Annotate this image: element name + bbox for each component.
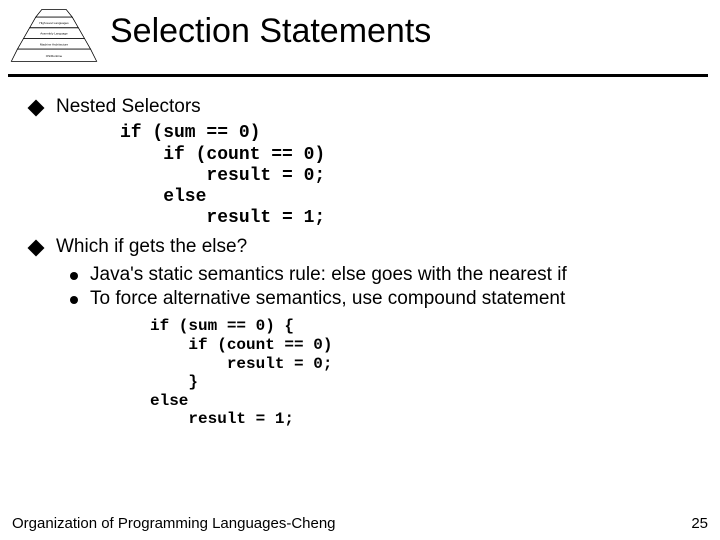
slide-footer: Organization of Programming Languages-Ch… — [12, 515, 708, 532]
footer-left: Organization of Programming Languages-Ch… — [12, 515, 336, 532]
slide-title: Selection Statements — [110, 8, 431, 51]
bullet-which-if: Which if gets the else? — [30, 235, 702, 259]
sub-bullet-text: Java's static semantics rule: else goes … — [90, 263, 567, 287]
svg-text:Machine Architecture: Machine Architecture — [40, 42, 69, 46]
dot-bullet-icon — [70, 272, 78, 280]
svg-text:OS/Runtime: OS/Runtime — [46, 54, 63, 58]
sub-bullet-2: To force alternative semantics, use comp… — [70, 287, 702, 311]
svg-text:High-level Languages: High-level Languages — [39, 21, 69, 25]
code-block-2: if (sum == 0) { if (count == 0) result =… — [150, 317, 702, 428]
pyramid-icon: High-level Languages Assembly Language M… — [8, 8, 100, 72]
slide-body: Nested Selectors if (sum == 0) if (count… — [0, 77, 720, 429]
sub-bullet-text: To force alternative semantics, use comp… — [90, 287, 565, 311]
svg-text:Assembly Language: Assembly Language — [40, 32, 68, 36]
diamond-bullet-icon — [28, 100, 45, 117]
sub-bullet-1: Java's static semantics rule: else goes … — [70, 263, 702, 287]
diamond-bullet-icon — [28, 240, 45, 257]
bullet-text: Which if gets the else? — [56, 235, 247, 259]
sub-bullet-list: Java's static semantics rule: else goes … — [70, 262, 702, 312]
page-number: 25 — [691, 515, 708, 532]
code-block-1: if (sum == 0) if (count == 0) result = 0… — [120, 123, 702, 229]
slide-header: High-level Languages Assembly Language M… — [0, 0, 720, 72]
bullet-text: Nested Selectors — [56, 95, 201, 119]
dot-bullet-icon — [70, 296, 78, 304]
bullet-nested-selectors: Nested Selectors — [30, 95, 702, 119]
